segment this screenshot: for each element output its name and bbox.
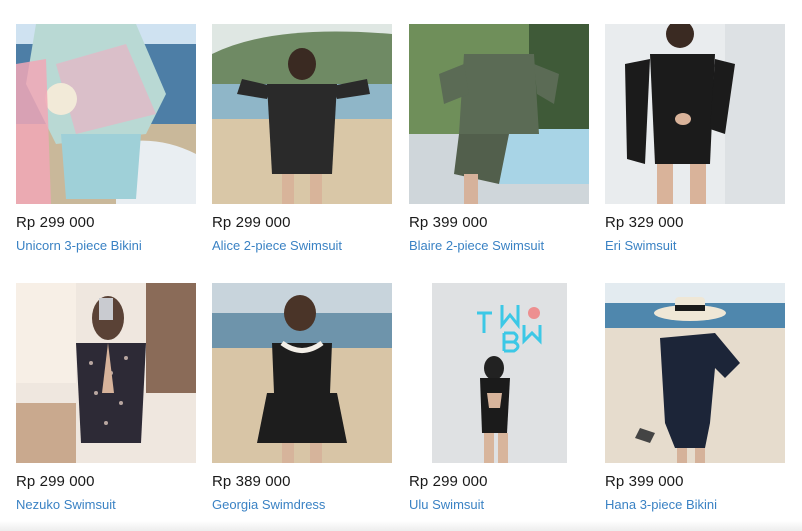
product-image[interactable] — [16, 283, 196, 463]
product-price: Rp 299 000 — [16, 473, 95, 490]
product-image[interactable] — [16, 24, 196, 204]
product-image[interactable] — [432, 283, 567, 463]
product-card[interactable]: Rp 389 000 Georgia Swimdress — [212, 283, 392, 512]
product-grid: Rp 299 000 Unicorn 3-piece Bikini Rp 299… — [0, 0, 802, 531]
product-image[interactable] — [212, 283, 392, 463]
product-name-link[interactable]: Nezuko Swimsuit — [16, 497, 116, 512]
product-name-link[interactable]: Georgia Swimdress — [212, 497, 325, 512]
product-price: Rp 299 000 — [409, 473, 488, 490]
product-price: Rp 299 000 — [16, 214, 95, 231]
product-price: Rp 329 000 — [605, 214, 684, 231]
product-name-link[interactable]: Ulu Swimsuit — [409, 497, 484, 512]
product-image[interactable] — [605, 24, 785, 204]
product-card[interactable]: Rp 299 000 Nezuko Swimsuit — [16, 283, 196, 512]
product-name-link[interactable]: Alice 2-piece Swimsuit — [212, 238, 342, 253]
product-card[interactable]: Rp 299 000 Ulu Swimsuit — [409, 283, 589, 512]
page-bottom-edge — [0, 521, 802, 531]
product-name-link[interactable]: Unicorn 3-piece Bikini — [16, 238, 142, 253]
product-image[interactable] — [409, 24, 589, 204]
product-card[interactable]: Rp 299 000 Alice 2-piece Swimsuit — [212, 24, 392, 253]
product-name-link[interactable]: Eri Swimsuit — [605, 238, 677, 253]
product-card[interactable]: Rp 399 000 Hana 3-piece Bikini — [605, 283, 785, 512]
product-name-link[interactable]: Blaire 2-piece Swimsuit — [409, 238, 544, 253]
product-price: Rp 389 000 — [212, 473, 291, 490]
product-price: Rp 399 000 — [409, 214, 488, 231]
product-price: Rp 299 000 — [212, 214, 291, 231]
product-image[interactable] — [605, 283, 785, 463]
product-card[interactable]: Rp 329 000 Eri Swimsuit — [605, 24, 785, 253]
product-card[interactable]: Rp 399 000 Blaire 2-piece Swimsuit — [409, 24, 589, 253]
product-price: Rp 399 000 — [605, 473, 684, 490]
product-card[interactable]: Rp 299 000 Unicorn 3-piece Bikini — [16, 24, 196, 253]
product-image[interactable] — [212, 24, 392, 204]
product-name-link[interactable]: Hana 3-piece Bikini — [605, 497, 717, 512]
